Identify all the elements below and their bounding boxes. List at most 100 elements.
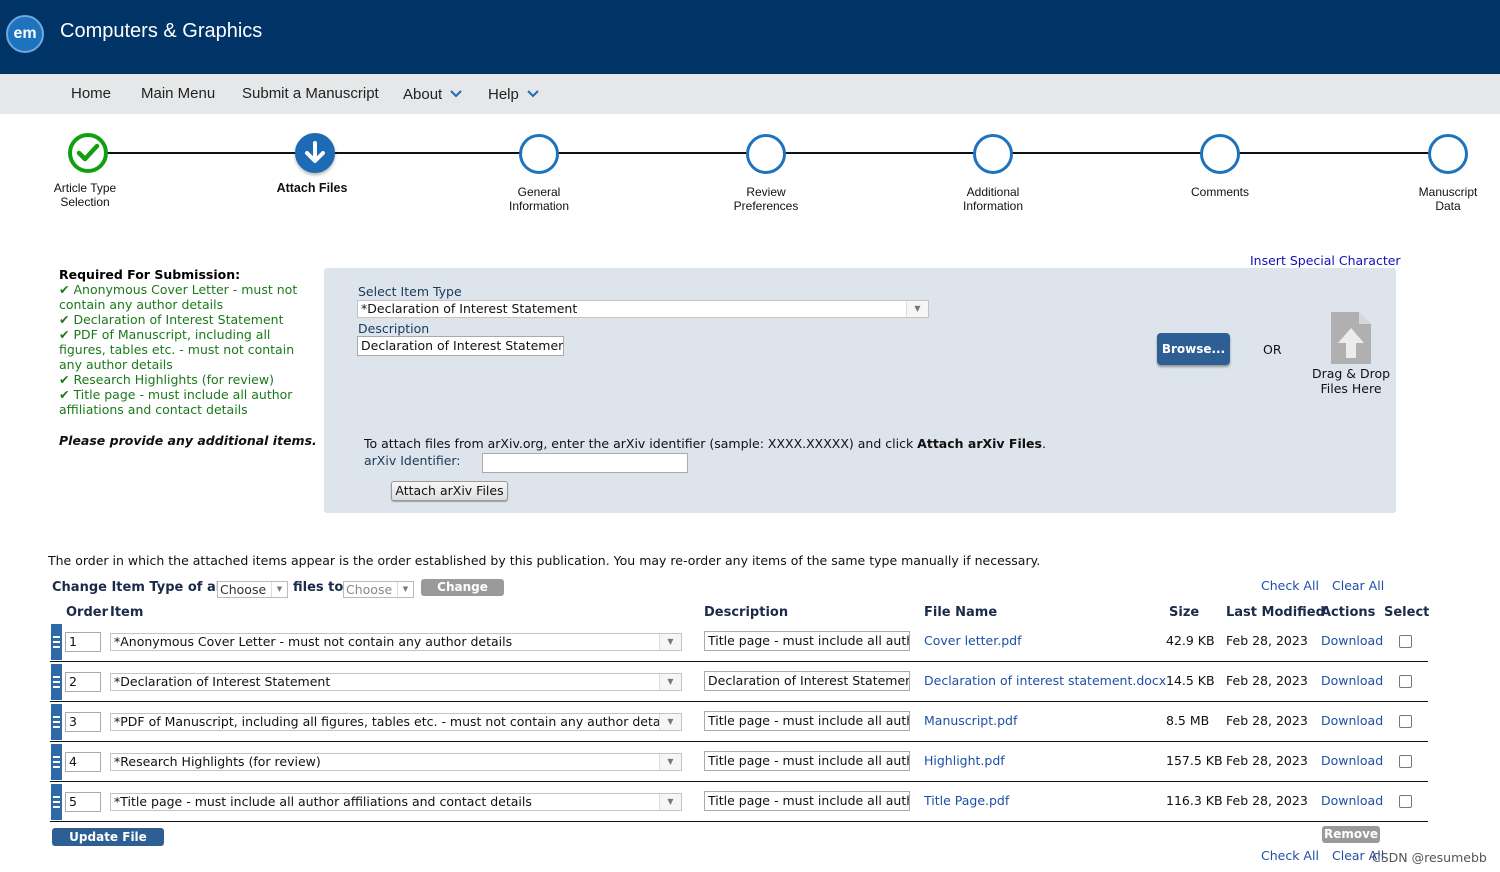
dropdown-arrow-icon: ▼ (659, 674, 681, 690)
arxiv-identifier-input[interactable] (482, 453, 688, 473)
step-pending-circle-icon[interactable] (973, 134, 1013, 174)
drag-handle-icon[interactable] (51, 664, 62, 700)
insert-special-character-link[interactable]: Insert Special Character (1250, 253, 1401, 268)
step-label-line: Manuscript (1418, 185, 1478, 199)
file-size: 157.5 KB (1166, 753, 1223, 768)
description-input[interactable]: Title page - must include all auth (704, 711, 910, 731)
step-pending-circle-icon[interactable] (746, 134, 786, 174)
download-link[interactable]: Download (1321, 673, 1383, 688)
step-label-line: Review (746, 185, 786, 199)
check-all-link[interactable]: Check All (1261, 578, 1319, 593)
description-input[interactable]: Title page - must include all auth (704, 631, 910, 651)
update-file-order-button[interactable]: Update File Order (52, 828, 164, 862)
download-arrow-icon[interactable] (295, 133, 335, 173)
item-type-value: *Research Highlights (for review) (114, 754, 321, 769)
header-last-modified[interactable]: Last Modified (1226, 605, 1325, 620)
file-name: Title Page.pdf (924, 793, 1010, 808)
drag-drop-line: Files Here (1320, 381, 1382, 396)
step-label-additional-information: Additional Information (928, 185, 1058, 213)
files-to-label: files to (293, 580, 344, 595)
nav-submit-manuscript[interactable]: Submit a Manuscript (242, 85, 379, 102)
step-pending-circle-icon[interactable] (1428, 134, 1468, 174)
drag-drop-zone[interactable]: Drag & Drop Files Here (1300, 366, 1402, 396)
step-label-manuscript-data: Manuscript Data (1383, 185, 1500, 213)
journal-title[interactable]: Computers & Graphics (60, 20, 262, 43)
item-type-value: *Anonymous Cover Letter - must not conta… (114, 634, 513, 649)
select-checkbox[interactable] (1399, 755, 1412, 768)
item-type-label: Select Item Type (358, 284, 462, 299)
order-input[interactable]: 3 (65, 712, 101, 732)
header-file-name[interactable]: File Name (924, 605, 997, 620)
change-to-select[interactable]: Choose ▼ (343, 581, 414, 598)
change-now-button[interactable]: Change Now (421, 579, 504, 611)
step-label-attach-files: Attach Files (247, 181, 377, 195)
checkmark-icon: ✔ (59, 312, 70, 327)
download-link[interactable]: Download (1321, 753, 1383, 768)
order-input[interactable]: 4 (65, 752, 101, 772)
file-name: Declaration of interest statement.docx (924, 673, 1167, 688)
checkmark-icon: ✔ (59, 387, 70, 402)
order-note: The order in which the attached items ap… (48, 553, 1041, 568)
check-all-link-bottom[interactable]: Check All (1261, 848, 1319, 863)
file-name: Highlight.pdf (924, 753, 1005, 768)
browse-button[interactable]: Browse... (1157, 333, 1230, 365)
em-logo[interactable]: em (6, 15, 44, 53)
table-row: 1 *Anonymous Cover Letter - must not con… (50, 622, 1428, 662)
drag-handle-icon[interactable] (51, 704, 62, 740)
description-input[interactable]: Declaration of Interest Statement (704, 671, 910, 691)
drag-handle-icon[interactable] (51, 784, 62, 820)
required-item-text: PDF of Manuscript, including all figures… (59, 327, 295, 372)
arxiv-identifier-label: arXiv Identifier: (364, 453, 461, 468)
download-link[interactable]: Download (1321, 713, 1383, 728)
item-type-select[interactable]: *PDF of Manuscript, including all figure… (110, 713, 682, 731)
nav-home[interactable]: Home (71, 85, 111, 102)
header-item[interactable]: Item (110, 605, 143, 620)
select-checkbox[interactable] (1399, 635, 1412, 648)
nav-main-menu-label: Main Menu (141, 85, 216, 102)
nav-main-menu[interactable]: Main Menu (141, 85, 215, 102)
select-checkbox[interactable] (1399, 795, 1412, 808)
item-type-select[interactable]: *Declaration of Interest Statement ▼ (357, 300, 929, 318)
step-complete-icon[interactable] (68, 133, 108, 173)
nav-about[interactable]: About (403, 85, 462, 103)
order-input[interactable]: 2 (65, 672, 101, 692)
file-upload-icon[interactable] (1328, 310, 1374, 370)
order-input[interactable]: 1 (65, 632, 101, 652)
clear-all-link[interactable]: Clear All (1332, 578, 1384, 593)
select-checkbox[interactable] (1399, 715, 1412, 728)
step-label-line: Additional (966, 185, 1020, 199)
description-input[interactable]: Declaration of Interest Statement (357, 336, 564, 356)
description-input[interactable]: Title page - must include all auth (704, 791, 910, 811)
change-type-label: Change Item Type of all (52, 580, 225, 595)
remove-button[interactable]: Remove (1322, 826, 1380, 843)
arxiv-text: To attach files from arXiv.org, enter th… (364, 436, 918, 451)
change-from-select[interactable]: Choose ▼ (217, 581, 288, 598)
drag-handle-icon[interactable] (51, 624, 62, 660)
nav-help[interactable]: Help (488, 85, 539, 103)
header-description[interactable]: Description (704, 605, 788, 620)
download-link[interactable]: Download (1321, 793, 1383, 808)
order-input[interactable]: 5 (65, 792, 101, 812)
step-label-comments: Comments (1155, 185, 1285, 199)
step-pending-circle-icon[interactable] (1200, 134, 1240, 174)
select-checkbox[interactable] (1399, 675, 1412, 688)
item-type-value: *Declaration of Interest Statement (361, 301, 578, 316)
item-type-select[interactable]: *Title page - must include all author af… (110, 793, 682, 811)
download-link[interactable]: Download (1321, 633, 1383, 648)
drag-handle-icon[interactable] (51, 744, 62, 780)
header-order[interactable]: Order (66, 605, 108, 620)
nav-home-label: Home (71, 85, 112, 102)
attach-arxiv-files-button[interactable]: Attach arXiv Files (391, 481, 508, 501)
item-type-select[interactable]: *Anonymous Cover Letter - must not conta… (110, 633, 682, 651)
drag-drop-line: Drag & Drop (1311, 366, 1391, 381)
file-size: 42.9 KB (1166, 633, 1215, 648)
nav-about-label: About (403, 86, 443, 103)
description-input[interactable]: Title page - must include all auth (704, 751, 910, 771)
item-type-select[interactable]: *Research Highlights (for review) ▼ (110, 753, 682, 771)
last-modified: Feb 28, 2023 (1226, 753, 1308, 768)
step-pending-circle-icon[interactable] (519, 134, 559, 174)
header-size[interactable]: Size (1169, 605, 1199, 620)
required-item: ✔ Anonymous Cover Letter - must not conta… (59, 282, 321, 312)
item-type-select[interactable]: *Declaration of Interest Statement ▼ (110, 673, 682, 691)
step-label-line: Preferences (733, 199, 799, 213)
